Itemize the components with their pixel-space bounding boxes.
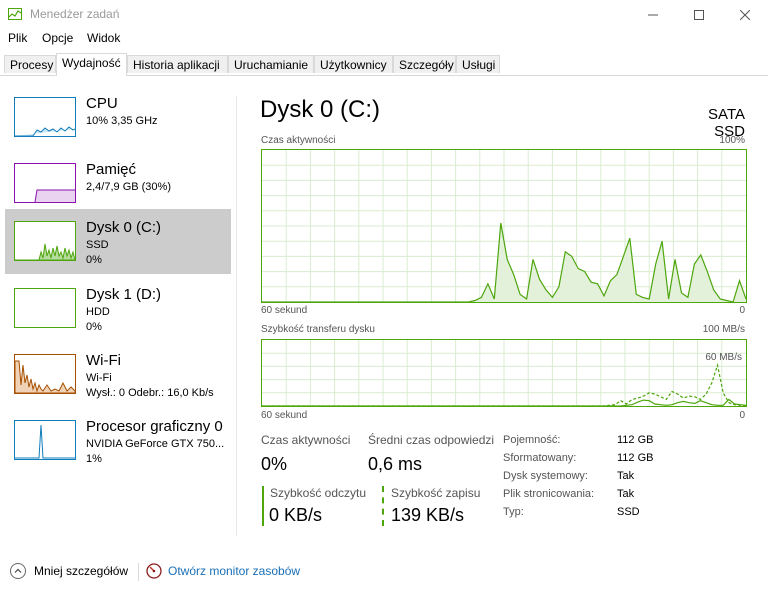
title-bar[interactable]: Menedżer zadań — [0, 0, 768, 30]
sidebar-item-disk1[interactable]: Dysk 1 (D:) HDD 0% — [5, 276, 231, 340]
tab-uruchamianie[interactable]: Uruchamianie — [228, 55, 314, 73]
activity-chart-label: Czas aktywności — [261, 135, 336, 146]
prop-system-disk-label: Dysk systemowy: — [503, 470, 588, 482]
memory-mini-graph — [15, 189, 75, 203]
sidebar-item-label: Procesor graficzny 0 — [86, 418, 223, 435]
gpu-thumbnail — [14, 420, 76, 460]
sidebar-item-label: Pamięć — [86, 161, 137, 178]
sidebar-item-memory[interactable]: Pamięć 2,4/7,9 GB (30%) — [5, 151, 231, 215]
prop-formatted-label: Sformatowany: — [503, 452, 577, 464]
sidebar-item-label: CPU — [86, 95, 118, 112]
stat-active-label: Czas aktywności — [261, 433, 351, 447]
sidebar-item-detail: Wi-Fi — [86, 372, 112, 384]
write-legend-dashed — [382, 486, 384, 526]
prop-capacity-value: 112 GB — [617, 434, 654, 446]
prop-system-disk-value: Tak — [617, 470, 635, 482]
fewer-details-button[interactable]: Mniej szczegółów — [34, 564, 128, 578]
menu-plik[interactable]: Plik — [8, 31, 27, 45]
sidebar-item-detail: NVIDIA GeForce GTX 750... — [86, 438, 225, 450]
transfer-chart-max: 100 MB/s — [702, 324, 745, 335]
activity-chart — [261, 149, 747, 303]
activity-chart-plot — [262, 150, 747, 303]
performance-sidebar: CPU 10% 3,35 GHz Pamięć 2,4/7,9 GB (30%)… — [0, 76, 236, 546]
tab-procesy[interactable]: Procesy — [4, 55, 56, 73]
sidebar-item-detail: SSD — [86, 239, 109, 251]
sidebar-item-disk0[interactable]: Dysk 0 (C:) SSD 0% — [5, 209, 231, 274]
open-resource-monitor-link[interactable]: Otwórz monitor zasobów — [168, 564, 300, 578]
disk0-thumbnail — [14, 221, 76, 261]
sidebar-divider — [236, 96, 237, 536]
tab-bar: Procesy Wydajność Historia aplikacji Uru… — [0, 53, 768, 76]
tab-historia-aplikacji[interactable]: Historia aplikacji — [127, 55, 228, 73]
sidebar-item-usage: 0% — [86, 254, 102, 266]
prop-capacity-label: Pojemność: — [503, 434, 561, 446]
read-legend-solid — [262, 486, 264, 526]
transfer-chart-xleft: 60 sekund — [261, 410, 308, 421]
sidebar-item-label: Dysk 1 (D:) — [86, 286, 161, 303]
sidebar-item-detail: 10% 3,35 GHz — [86, 115, 158, 127]
cpu-thumbnail — [14, 97, 76, 137]
tab-szczegoly[interactable]: Szczegóły — [393, 55, 456, 73]
sidebar-item-cpu[interactable]: CPU 10% 3,35 GHz — [5, 85, 231, 149]
tab-wydajnosc[interactable]: Wydajność — [56, 53, 127, 76]
sidebar-item-label: Dysk 0 (C:) — [86, 219, 161, 236]
sidebar-item-usage: 0% — [86, 321, 102, 333]
wifi-mini-graph — [14, 360, 76, 394]
close-icon — [740, 10, 750, 20]
activity-chart-xright: 0 — [739, 305, 745, 316]
transfer-chart-ref: 60 MB/s — [705, 352, 742, 363]
chevron-up-icon[interactable] — [10, 563, 26, 579]
prop-type-value: SSD — [617, 506, 640, 518]
menu-widok[interactable]: Widok — [87, 31, 120, 45]
transfer-chart-xright: 0 — [739, 410, 745, 421]
footer-separator — [138, 563, 139, 581]
window-title: Menedżer zadań — [30, 7, 120, 21]
tab-uslugi[interactable]: Usługi — [456, 55, 500, 73]
transfer-chart-label: Szybkość transferu dysku — [261, 324, 375, 335]
sidebar-item-label: Wi-Fi — [86, 352, 121, 369]
cpu-mini-graph — [15, 126, 76, 137]
stat-response-label: Średni czas odpowiedzi — [368, 433, 495, 447]
gpu-mini-graph — [15, 424, 75, 459]
minimize-icon — [648, 14, 658, 16]
sidebar-item-throughput: Wysł.: 0 Odebr.: 16,0 Kb/s — [86, 387, 214, 399]
transfer-chart: 60 MB/s — [261, 339, 747, 407]
prop-pagefile-value: Tak — [617, 488, 635, 500]
transfer-chart-plot — [262, 340, 747, 407]
disk-title: Dysk 0 (C:) — [260, 96, 380, 123]
wifi-thumbnail — [14, 354, 76, 394]
disk0-mini-graph — [15, 243, 76, 261]
sidebar-item-wifi[interactable]: Wi-Fi Wi-Fi Wysł.: 0 Odebr.: 16,0 Kb/s — [5, 342, 231, 406]
minimize-button[interactable] — [630, 0, 676, 30]
resource-monitor-icon[interactable] — [146, 563, 162, 579]
maximize-button[interactable] — [676, 0, 722, 30]
memory-thumbnail — [14, 163, 76, 203]
stat-write-value: 139 KB/s — [391, 505, 465, 525]
task-manager-icon — [8, 8, 22, 20]
prop-formatted-value: 112 GB — [617, 452, 654, 464]
sidebar-item-detail: 2,4/7,9 GB (30%) — [86, 181, 171, 193]
maximize-icon — [694, 10, 704, 20]
stat-response-value: 0,6 ms — [368, 454, 423, 474]
activity-chart-xleft: 60 sekund — [261, 305, 308, 316]
stat-read-label: Szybkość odczytu — [270, 486, 367, 500]
stat-write-label: Szybkość zapisu — [391, 486, 481, 500]
sidebar-item-gpu[interactable]: Procesor graficzny 0 NVIDIA GeForce GTX … — [5, 408, 231, 472]
prop-type-label: Typ: — [503, 506, 524, 518]
stat-read-value: 0 KB/s — [269, 505, 323, 525]
disk1-thumbnail — [14, 288, 76, 328]
stat-active-value: 0% — [261, 454, 288, 474]
sidebar-item-detail: HDD — [86, 306, 110, 318]
tab-uzytkownicy[interactable]: Użytkownicy — [314, 55, 393, 73]
menu-opcje[interactable]: Opcje — [42, 31, 73, 45]
prop-pagefile-label: Plik stronicowania: — [503, 488, 595, 500]
close-button[interactable] — [722, 0, 768, 30]
footer-bar: Mniej szczegółów Otwórz monitor zasobów — [0, 553, 768, 591]
sidebar-item-usage: 1% — [86, 453, 102, 465]
activity-chart-max: 100% — [719, 135, 745, 146]
